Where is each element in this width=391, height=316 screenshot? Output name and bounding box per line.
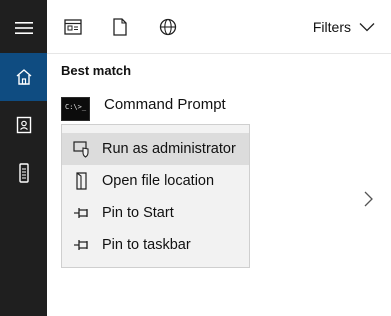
chevron-down-icon [359,23,375,32]
apps-icon [64,19,82,35]
expand-details-button[interactable] [363,190,375,208]
menu-item-label: Open file location [102,173,215,189]
menu-item-open-file-location[interactable]: Open file location [62,165,249,197]
folder-icon [72,171,92,191]
filters-dropdown[interactable]: Filters [313,19,375,35]
pin-icon [72,203,92,223]
device-icon [18,163,29,183]
menu-item-run-as-administrator[interactable]: Run as administrator [62,133,249,165]
notebook-icon [16,116,31,134]
menu-item-pin-to-start[interactable]: Pin to Start [62,197,249,229]
hamburger-menu-button[interactable] [0,4,47,52]
menu-item-label: Pin to taskbar [102,237,191,253]
context-menu: Run as administrator Open file location … [61,124,250,268]
menu-item-pin-to-taskbar[interactable]: Pin to taskbar [62,229,249,261]
home-button[interactable] [0,53,47,101]
web-filter-button[interactable] [158,17,178,37]
section-title: Best match [61,63,132,78]
chevron-right-icon [364,191,373,207]
left-rail [0,0,47,316]
best-match-label: Command Prompt [104,95,226,113]
best-match-item[interactable]: C:\>_ Command Prompt [61,95,226,121]
home-icon [16,69,31,85]
command-prompt-icon: C:\>_ [61,97,90,121]
menu-item-label: Run as administrator [102,141,236,157]
documents-filter-button[interactable] [110,17,130,37]
globe-icon [159,18,177,36]
apps-filter-button[interactable] [63,17,83,37]
notebook-button[interactable] [0,101,47,149]
search-filter-bar: Filters [47,0,391,54]
hamburger-icon [14,22,33,34]
shield-icon [72,139,92,159]
menu-item-label: Pin to Start [102,205,174,221]
command-prompt-thumb-text: C:\>_ [65,103,87,111]
filters-label: Filters [312,19,351,35]
devices-button[interactable] [0,149,47,197]
document-icon [113,18,127,36]
pin-icon [72,235,92,255]
